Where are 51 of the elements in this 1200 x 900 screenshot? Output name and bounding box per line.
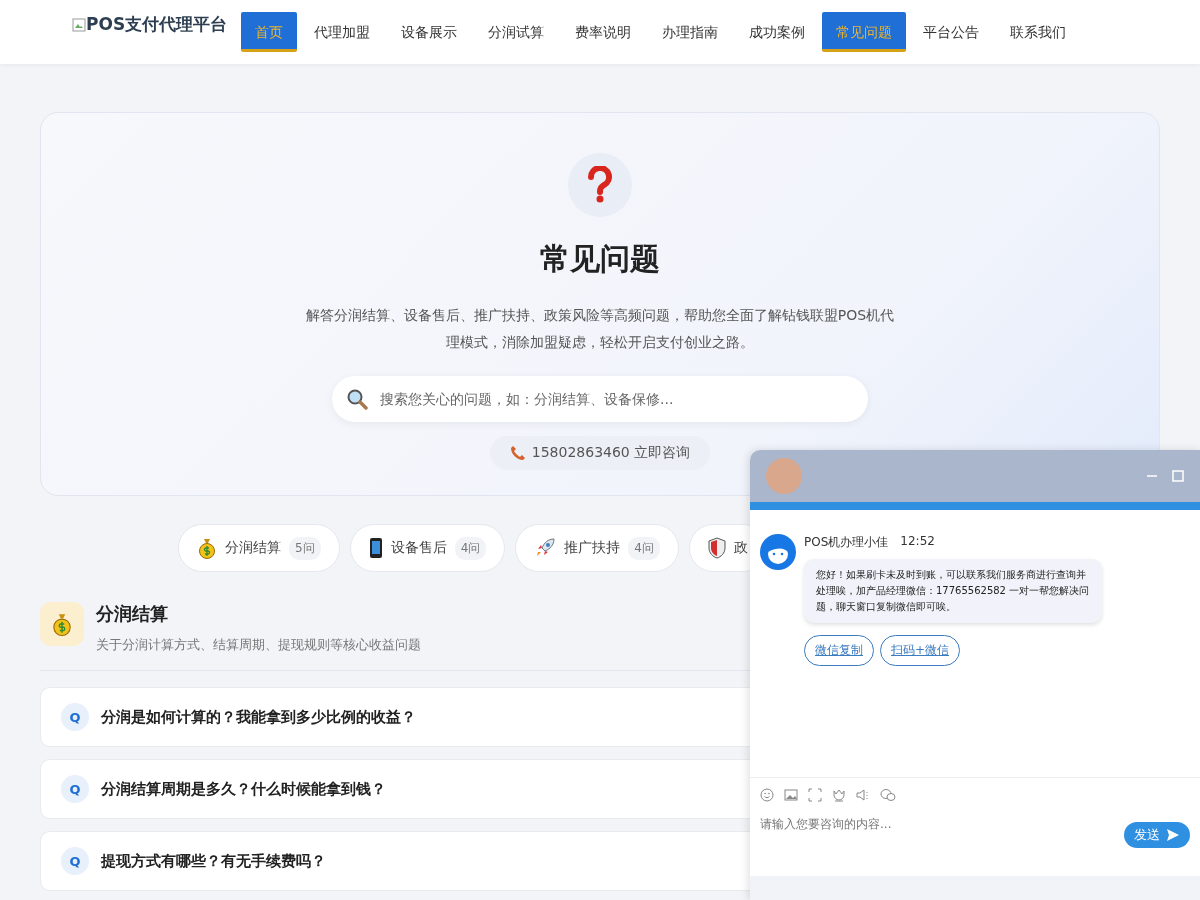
money-bag-icon [40, 602, 84, 646]
question-text: 分润是如何计算的？我能拿到多少比例的收益？ [101, 707, 416, 727]
section-subtitle: 关于分润计算方式、结算周期、提现规则等核心收益问题 [96, 636, 421, 654]
nav-tab[interactable]: 联系我们 [996, 12, 1081, 52]
message-time: 12:52 [900, 534, 935, 550]
maximize-icon[interactable] [1172, 470, 1184, 482]
category-pill[interactable]: 推广扶持 4问 [515, 524, 679, 572]
speaker-icon[interactable] [856, 788, 870, 802]
message-bubble: 您好！如果刷卡未及时到账，可以联系我们服务商进行查询并处理唉，加产品经理微信：17765562582 一对一帮您解决问题，聊天窗口复制微信即可唉。 [804, 559, 1102, 623]
search-icon [346, 388, 368, 410]
section-title: 分润结算 [96, 602, 169, 626]
category-label: 设备售后 [390, 539, 447, 557]
call-button[interactable]: 15802863460 立即咨询 [489, 436, 711, 470]
site-logo[interactable]: POS支付代理平台 [72, 13, 228, 36]
nav-tab[interactable]: 办理指南 [648, 12, 733, 52]
question-badge: Q [61, 703, 89, 731]
broken-image-icon [72, 17, 86, 32]
nav-tab[interactable]: 分润试算 [474, 12, 559, 52]
question-text: 分润结算周期是多久？什么时候能拿到钱？ [101, 779, 386, 799]
nav-tab[interactable]: 成功案例 [735, 12, 820, 52]
question-count: 4问 [454, 536, 487, 560]
category-label: 推广扶持 [564, 539, 621, 557]
shield-icon [707, 537, 726, 559]
sender-name: POS机办理小佳 [804, 534, 889, 551]
emoji-icon[interactable] [760, 788, 774, 802]
question-count: 5问 [289, 536, 321, 560]
phone-icon [368, 537, 383, 559]
nav-tab[interactable]: 平台公告 [909, 12, 994, 52]
category-label: 政 [733, 539, 748, 557]
question-badge: Q [61, 775, 89, 803]
page-description: 解答分润结算、设备售后、推广扶持、政策风险等高频问题，帮助您全面了解钻钱联盟POS机代理模式，消除加盟疑虑，轻松开启支付创业之路。 [305, 306, 895, 352]
image-icon[interactable] [784, 788, 798, 802]
send-icon [1166, 828, 1180, 842]
screenshot-icon[interactable] [808, 788, 822, 802]
agent-avatar-icon [760, 534, 796, 570]
page-title: 常见问题 [540, 240, 660, 278]
question-badge: Q [61, 847, 89, 875]
category-pill[interactable]: 设备售后 4问 [349, 524, 506, 572]
question-text: 提现方式有哪些？有无手续费吗？ [101, 851, 326, 871]
chat-bubbles-icon[interactable] [880, 788, 896, 802]
category-label: 分润结算 [225, 539, 281, 557]
category-pill[interactable]: 分润结算 5问 [178, 524, 340, 572]
nav-tab[interactable]: 设备展示 [387, 12, 472, 52]
search-bar[interactable]: 搜索您关心的问题，如：分润结算、设备保修... [332, 376, 868, 422]
nav-tab[interactable]: 代理加盟 [300, 12, 385, 52]
agent-avatar [766, 458, 802, 494]
money-bag-icon [197, 537, 217, 559]
phone-handset-icon [509, 445, 526, 461]
nav-tab[interactable]: 费率说明 [561, 12, 646, 52]
question-count: 4问 [628, 536, 660, 560]
rocket-icon [534, 537, 557, 559]
